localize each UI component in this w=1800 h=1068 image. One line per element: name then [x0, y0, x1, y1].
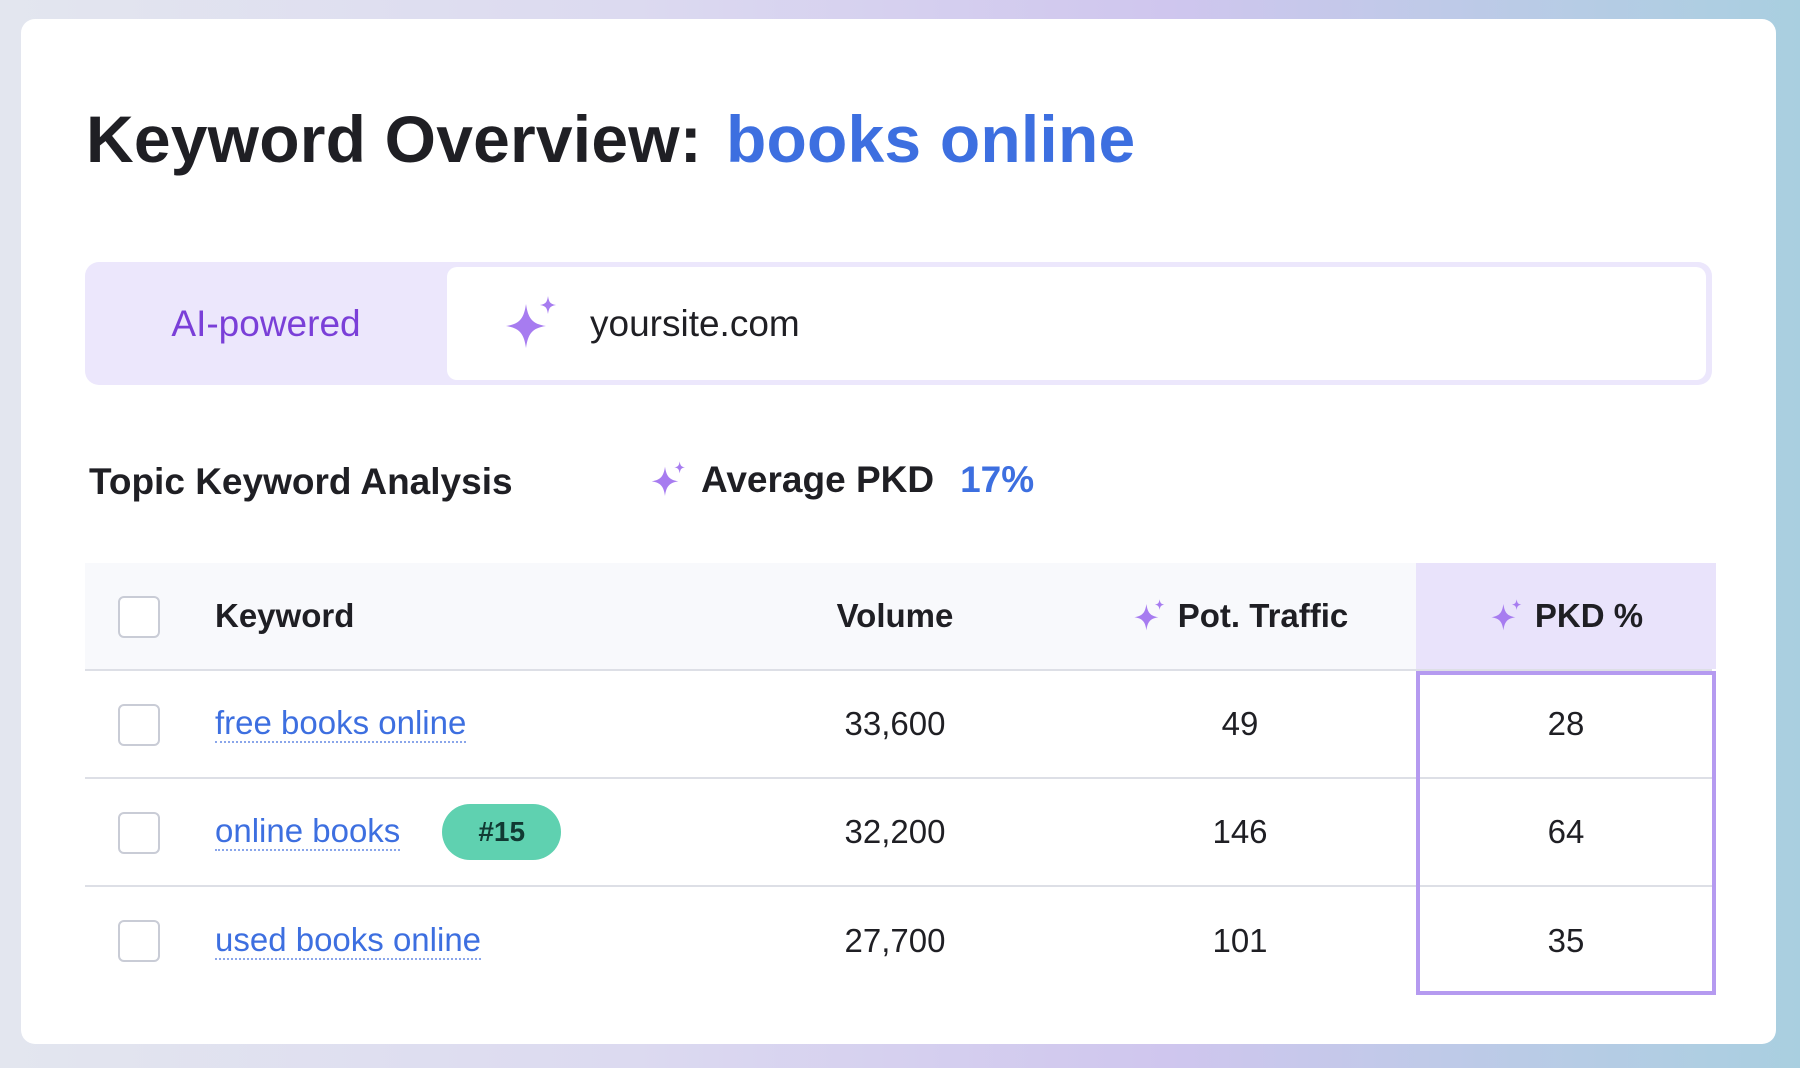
average-pkd-label: Average PKD — [701, 459, 935, 500]
sparkle-icon — [502, 294, 562, 354]
keyword-link[interactable]: free books online — [215, 704, 467, 744]
table-header: Keyword Volume Pot. Traffic PKD % — [85, 563, 1716, 671]
average-pkd: Average PKD 17% — [649, 459, 1034, 501]
table-row: free books online 33,600 49 28 — [85, 671, 1712, 779]
volume-cell: 32,200 — [844, 813, 946, 850]
row-checkbox[interactable] — [118, 704, 160, 746]
select-all-checkbox[interactable] — [118, 596, 160, 638]
domain-value: yoursite.com — [590, 302, 800, 344]
volume-cell: 33,600 — [844, 705, 946, 742]
page-title: Keyword Overview: books online — [86, 101, 1135, 177]
page-title-keyword: books online — [725, 102, 1136, 176]
pkd-cell: 35 — [1547, 922, 1585, 959]
column-header-pkd-label: PKD % — [1534, 597, 1644, 634]
volume-cell: 27,700 — [844, 922, 946, 959]
keyword-link[interactable]: online books — [215, 812, 401, 852]
column-header-pot-traffic[interactable]: Pot. Traffic — [1105, 563, 1375, 669]
column-header-pkd[interactable]: PKD % — [1416, 563, 1716, 669]
row-checkbox[interactable] — [118, 920, 160, 962]
pot-traffic-cell: 101 — [1212, 922, 1268, 959]
ai-domain-bar: AI-powered yoursite.com — [85, 262, 1712, 385]
table-row: used books online 27,700 101 35 — [85, 887, 1712, 995]
topic-keyword-analysis-title: Topic Keyword Analysis — [89, 461, 513, 502]
keyword-overview-card: Keyword Overview: books online AI-powered… — [21, 19, 1776, 1044]
pot-traffic-cell: 49 — [1221, 705, 1259, 742]
keyword-cell: used books online — [215, 887, 482, 995]
sparkle-icon — [1132, 598, 1168, 634]
domain-input[interactable]: yoursite.com — [447, 267, 1706, 380]
page-title-prefix: Keyword Overview: — [86, 102, 702, 176]
ai-powered-tab[interactable]: AI-powered — [85, 262, 447, 385]
keyword-table: Keyword Volume Pot. Traffic PKD % free b… — [85, 563, 1716, 995]
average-pkd-value: 17% — [960, 459, 1035, 500]
table-row: online books #15 32,200 146 64 — [85, 779, 1712, 887]
pot-traffic-cell: 146 — [1212, 813, 1268, 850]
rank-badge: #15 — [442, 804, 562, 860]
pkd-cell: 64 — [1547, 813, 1585, 850]
sparkle-icon — [649, 460, 689, 500]
column-header-volume[interactable]: Volume — [805, 563, 985, 669]
keyword-link[interactable]: used books online — [215, 921, 482, 961]
pkd-cell: 28 — [1547, 705, 1585, 742]
sparkle-icon — [1489, 598, 1525, 634]
keyword-cell: online books #15 — [215, 779, 562, 885]
column-header-pot-traffic-label: Pot. Traffic — [1177, 597, 1349, 634]
column-header-keyword[interactable]: Keyword — [215, 563, 354, 669]
keyword-cell: free books online — [215, 671, 467, 777]
row-checkbox[interactable] — [118, 812, 160, 854]
